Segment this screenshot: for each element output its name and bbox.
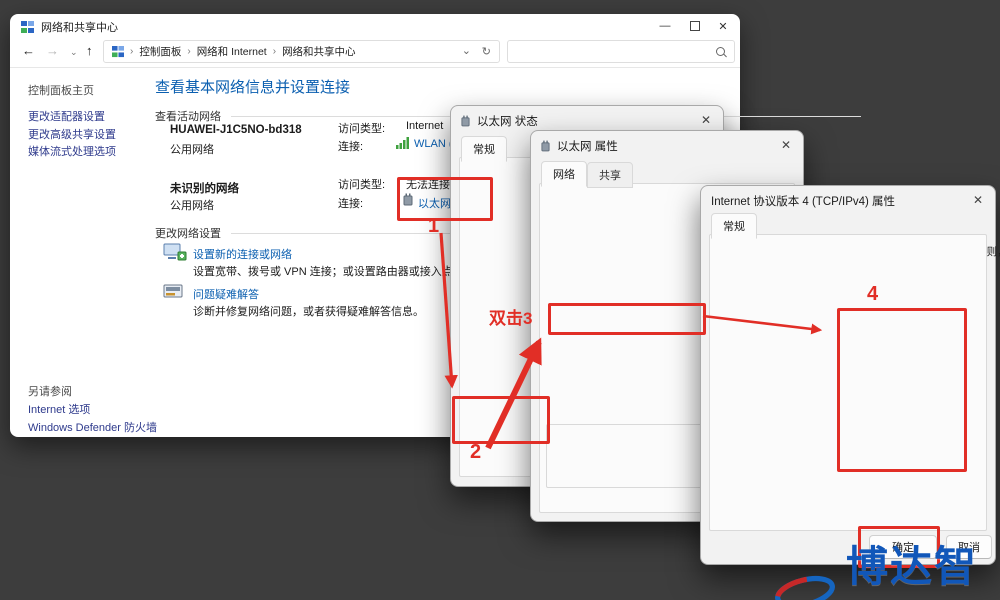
annotation-number-1: 1 bbox=[428, 215, 440, 237]
annotation-box-step1 bbox=[397, 177, 493, 221]
watermark-brand: 博达智联 bbox=[846, 543, 979, 590]
annotation-box-step4 bbox=[837, 308, 967, 472]
annotation-box-step2 bbox=[452, 396, 550, 444]
annotation-arrows bbox=[439, 232, 823, 450]
annotation-doubleclick-3: 双击3 bbox=[489, 309, 533, 328]
annotation-number-4: 4 bbox=[867, 283, 879, 305]
desktop: 网络和共享中心 — ✕ ← → ⌄ ↑ › 控制面板 › 网络和 Interne… bbox=[0, 0, 1000, 600]
annotation-number-2: 2 bbox=[470, 441, 482, 463]
bdzl-logo-icon: BDZL bbox=[775, 575, 835, 600]
watermark: BDZL 博达智联 bbox=[770, 533, 1000, 600]
annotation-box-step3 bbox=[548, 303, 706, 335]
